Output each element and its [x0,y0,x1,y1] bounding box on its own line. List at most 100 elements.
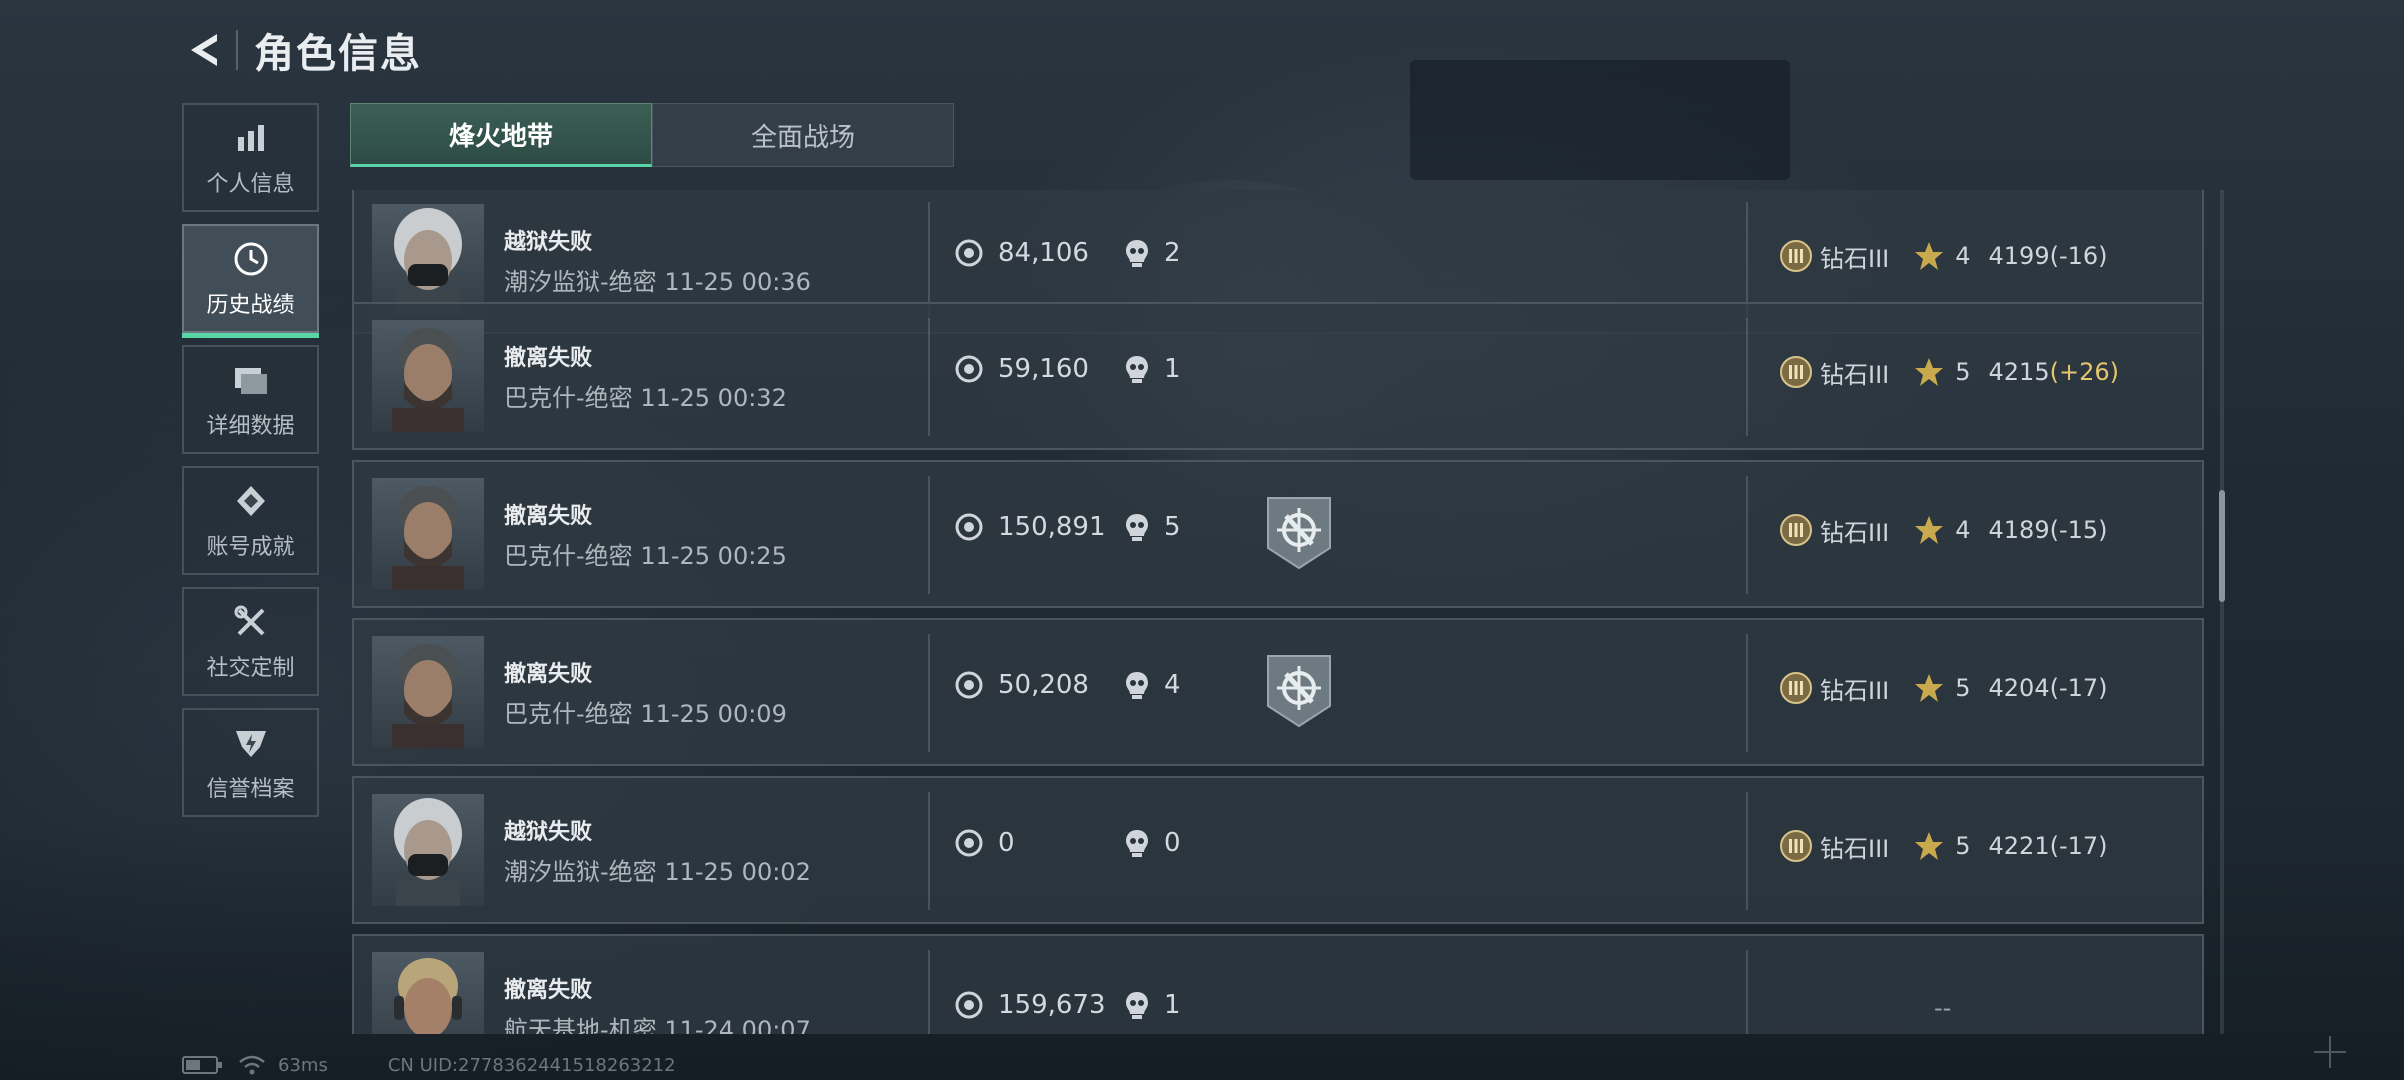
rank-score: 4189 [1988,516,2050,544]
rank-info: 钻石III 5 4204 (-17) [1778,670,2108,706]
uid-text: CN UID:2778362441518263212 [387,1054,676,1076]
column-divider [1746,634,1748,752]
match-time: 11-25 00:09 [640,700,787,728]
value-text: 84,106 [998,238,1089,268]
page-title: 角色信息 [254,31,422,77]
folder-icon [234,367,267,394]
tab-warzone[interactable]: 烽火地带 [350,103,652,167]
tools-icon [234,605,264,635]
sidebar: 个人信息 历史战绩 详细数据 账号成就 社交定制 信誉档案 [182,103,319,829]
match-result: 撤离失败 [504,662,593,687]
header-divider [236,30,238,70]
scrollbar-thumb[interactable] [2219,490,2225,602]
star-count: 4 [1955,242,1971,270]
skull-icon [1126,356,1148,383]
score-delta: (-15) [2049,516,2108,544]
match-map-time: 潮汐监狱-绝密 11-25 00:36 [504,262,811,297]
kill-count: 2 [1124,238,1181,268]
rank-name: 钻石III [1820,360,1890,389]
kills-text: 2 [1164,238,1181,268]
match-result: 越狱失败 [504,230,593,255]
sidebar-item-match-history[interactable]: 历史战绩 [182,224,319,338]
extract-value: 50,208 [954,670,1089,700]
star-icon [1915,674,1944,702]
kills-text: 0 [1164,828,1181,858]
map-name: 巴克什-绝密 [504,542,633,570]
skull-icon [1126,240,1148,267]
match-record-row[interactable]: 撤离失败 巴克什-绝密 11-25 00:32 59,160 1 钻石III 5… [352,302,2204,450]
crosshair-icon [2314,1036,2346,1068]
match-record-row[interactable]: 越狱失败 潮汐监狱-绝密 11-25 00:02 0 0 钻石III 5 422… [352,776,2204,924]
diamond-rank-icon [1780,240,1812,272]
kills-text: 4 [1164,670,1181,700]
bearded-operator-avatar [372,320,484,432]
column-divider [1746,476,1748,594]
kills-text: 1 [1164,990,1181,1020]
coin-icon [955,513,983,541]
star-icon [1915,516,1944,544]
sidebar-item-detailed-data[interactable]: 详细数据 [182,345,319,454]
column-divider [928,634,930,752]
match-record-row[interactable]: 撤离失败 巴克什-绝密 11-25 00:09 50,208 4 钻石III 5… [352,618,2204,766]
match-map-time: 巴克什-绝密 11-25 00:32 [504,378,787,413]
status-footer: 63ms CN UID:2778362441518263212 [182,1054,676,1076]
column-divider [1746,792,1748,910]
coin-icon [955,355,983,383]
rank-name: 钻石III [1820,244,1890,273]
coin-icon [955,829,983,857]
column-divider [928,476,930,594]
female-operator-avatar [372,794,484,906]
match-result: 撤离失败 [504,504,593,529]
kill-count: 4 [1124,670,1181,700]
match-record-row[interactable]: 撤离失败 航天基地-机密 11-24 00:07 159,673 1 -- [352,934,2204,1034]
back-button[interactable] [180,25,226,75]
sniper-badge-icon[interactable] [1266,654,1332,728]
map-name: 巴克什-绝密 [504,700,633,728]
star-icon [1915,242,1944,270]
map-name: 潮汐监狱-绝密 [504,268,657,296]
score-delta: (-16) [2049,242,2108,270]
match-time: 11-25 00:36 [664,268,811,296]
rank-info: 钻石III 5 4221 (-17) [1778,828,2108,864]
battery-icon [182,1056,222,1074]
scrollbar-track[interactable] [2220,190,2224,1034]
sidebar-item-achievements[interactable]: 账号成就 [182,466,319,575]
column-divider [928,792,930,910]
sniper-badge-icon[interactable] [1266,496,1332,570]
bar-chart-icon [237,124,264,151]
map-name: 巴克什-绝密 [504,384,633,412]
kill-count: 5 [1124,512,1181,542]
tab-full-battlefield[interactable]: 全面战场 [652,103,954,167]
diamond-rank-icon [1780,672,1812,704]
sidebar-item-label: 账号成就 [206,534,295,560]
map-name: 航天基地-机密 [504,1016,657,1034]
value-text: 0 [998,828,1015,858]
clock-icon [234,242,267,275]
coin-icon [955,671,983,699]
sidebar-item-personal-info[interactable]: 个人信息 [182,103,319,212]
rank-score: 4199 [1988,242,2050,270]
wifi-icon [239,1055,265,1075]
match-time: 11-24 00:07 [664,1016,811,1034]
back-arrow-icon [191,34,217,66]
match-map-time: 巴克什-绝密 11-25 00:25 [504,536,787,571]
kills-text: 5 [1164,512,1181,542]
sidebar-item-label: 社交定制 [206,655,295,681]
mode-tabs: 烽火地带 全面战场 [350,103,954,167]
match-map-time: 潮汐监狱-绝密 11-25 00:02 [504,852,811,887]
sidebar-item-label: 详细数据 [206,413,295,439]
score-delta: (-17) [2049,674,2108,702]
blonde-operator-avatar [372,952,484,1034]
match-record-list[interactable]: 越狱失败 潮汐监狱-绝密 11-25 00:36 84,106 2 钻石III … [350,190,2206,1034]
star-count: 5 [1955,674,1971,702]
match-record-row[interactable]: 撤离失败 巴克什-绝密 11-25 00:25 150,891 5 钻石III … [352,460,2204,608]
column-divider [928,318,930,436]
sidebar-item-reputation[interactable]: 信誉档案 [182,708,319,817]
extract-value: 0 [954,828,1015,858]
sidebar-item-label: 个人信息 [206,171,295,197]
sidebar-item-social-customization[interactable]: 社交定制 [182,587,319,696]
match-time: 11-25 00:32 [640,384,787,412]
map-name: 潮汐监狱-绝密 [504,858,657,886]
extract-value: 59,160 [954,354,1089,384]
extract-value: 159,673 [954,990,1106,1020]
